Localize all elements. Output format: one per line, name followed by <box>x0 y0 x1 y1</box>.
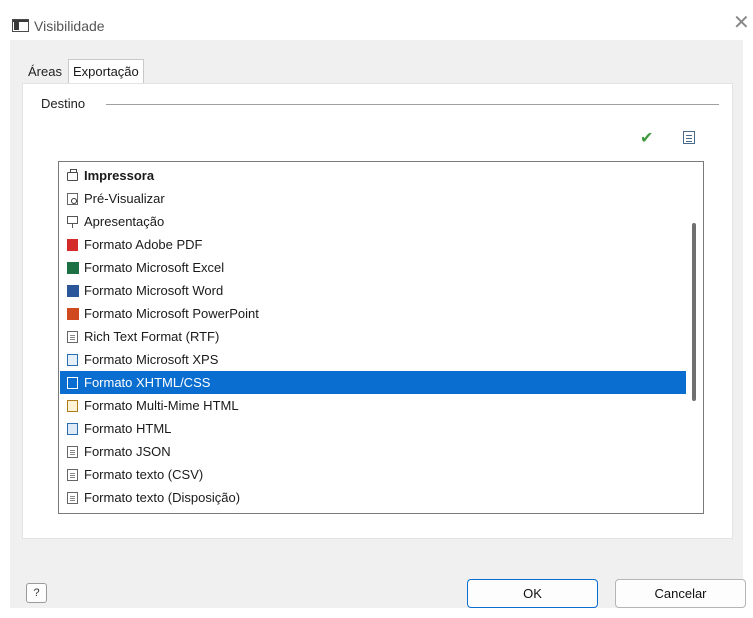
dialog-body: Áreas Exportação Destino ✔ Impressora Pr… <box>10 40 743 608</box>
list-item[interactable]: Formato JSON <box>60 440 686 463</box>
list-item[interactable]: Formato Multi-Mime HTML <box>60 394 686 417</box>
list-item-label: Formato Adobe PDF <box>84 237 203 252</box>
destination-list[interactable]: Impressora Pré-Visualizar Apresentação F… <box>58 161 704 514</box>
group-label-destino: Destino <box>41 96 92 111</box>
xps-icon <box>67 354 78 366</box>
list-item-label: Formato Microsoft XPS <box>84 352 219 367</box>
list-item-label: Formato texto (Disposição) <box>84 490 241 505</box>
window-icon <box>12 19 29 32</box>
list-item[interactable]: Formato texto (Disposição) <box>60 486 686 509</box>
list-item-label: Formato XHTML/CSS <box>84 375 211 390</box>
help-button[interactable]: ? <box>26 583 47 603</box>
list-item-label: Impressora <box>84 168 155 183</box>
word-icon <box>67 285 79 297</box>
list-item-label: Formato JSON <box>84 444 171 459</box>
list-item-label: Formato Microsoft PowerPoint <box>84 306 259 321</box>
powerpoint-icon <box>67 308 79 320</box>
scrollbar-thumb[interactable] <box>692 223 696 401</box>
tab-areas[interactable]: Áreas <box>24 60 66 83</box>
list-item-label: Formato HTML <box>84 421 172 436</box>
list-item-label: Formato Multi-Mime HTML <box>84 398 239 413</box>
json-icon <box>67 446 78 458</box>
list-item-label: Formato texto (CSV) <box>84 467 204 482</box>
html-icon <box>67 423 78 435</box>
list-item-label: Formato Microsoft Word <box>84 283 224 298</box>
list-item[interactable]: Apresentação <box>60 210 686 233</box>
csv-icon <box>67 469 78 481</box>
list-item[interactable]: Impressora <box>60 164 686 187</box>
list-item[interactable]: Formato Microsoft Excel <box>60 256 686 279</box>
list-item-label: Apresentação <box>84 214 165 229</box>
xhtml-icon <box>67 377 78 389</box>
properties-icon[interactable] <box>683 131 695 144</box>
mime-html-icon <box>67 400 78 412</box>
list-item-label: Rich Text Format (RTF) <box>84 329 220 344</box>
list-item[interactable]: Pré-Visualizar <box>60 187 686 210</box>
group-divider <box>106 104 719 105</box>
list-item-label: Formato Microsoft Excel <box>84 260 225 275</box>
close-icon[interactable]: ✕ <box>733 13 750 33</box>
rtf-icon <box>67 331 78 343</box>
preview-icon <box>67 193 78 205</box>
list-item[interactable]: Formato Microsoft XPS <box>60 348 686 371</box>
title-bar: Visibilidade ✕ <box>0 0 753 40</box>
list-item[interactable]: Formato Microsoft Word <box>60 279 686 302</box>
list-item-label: Pré-Visualizar <box>84 191 165 206</box>
excel-icon <box>67 262 79 274</box>
list-item[interactable]: Formato HTML <box>60 417 686 440</box>
list-item-selected[interactable]: Formato XHTML/CSS <box>60 371 686 394</box>
list-item[interactable]: Rich Text Format (RTF) <box>60 325 686 348</box>
checkmark-icon[interactable]: ✔ <box>640 130 653 148</box>
list-item[interactable]: Formato Microsoft PowerPoint <box>60 302 686 325</box>
presentation-icon <box>67 216 78 228</box>
pdf-icon <box>67 239 78 251</box>
list-item[interactable]: Formato Adobe PDF <box>60 233 686 256</box>
tab-exportacao[interactable]: Exportação <box>68 59 144 84</box>
window-title: Visibilidade <box>34 18 105 34</box>
text-layout-icon <box>67 492 78 504</box>
cancel-button[interactable]: Cancelar <box>615 579 746 608</box>
ok-button[interactable]: OK <box>467 579 598 608</box>
list-item[interactable]: Formato texto (CSV) <box>60 463 686 486</box>
printer-icon <box>67 169 78 181</box>
